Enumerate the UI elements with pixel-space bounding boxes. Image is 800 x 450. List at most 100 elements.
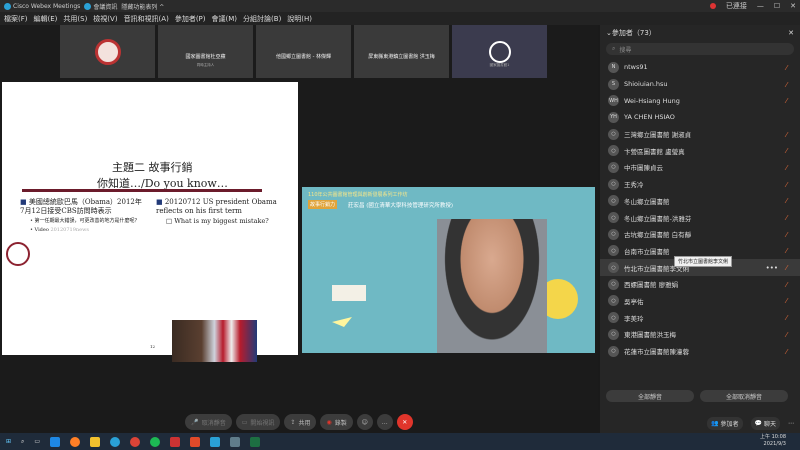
search-icon: ⌕ bbox=[612, 45, 616, 52]
user-icon: ○ bbox=[608, 262, 619, 274]
acrobat-icon[interactable] bbox=[190, 436, 201, 447]
share-button[interactable]: ⇪ 共用 bbox=[284, 414, 317, 430]
user-icon: ○ bbox=[608, 312, 619, 324]
menu-meeting[interactable]: 會議(M) bbox=[212, 14, 238, 24]
chat-tab[interactable]: 💬 聊天 bbox=[750, 416, 780, 430]
participant-item[interactable]: ○ 冬山鄉立圖書館-洪雅芬 ⁄ bbox=[600, 209, 800, 226]
more-icon[interactable]: ••• bbox=[766, 264, 778, 272]
record-button[interactable]: ◉ 錄製 bbox=[320, 414, 353, 430]
muted-mic-icon: ⁄ bbox=[786, 297, 788, 306]
explorer-icon[interactable] bbox=[90, 436, 101, 447]
system-clock[interactable]: 上午 10:08 2021/9/3 bbox=[760, 434, 786, 448]
window-controls: 已連接 — ☐ ✕ bbox=[709, 0, 796, 12]
user-icon: ○ bbox=[608, 212, 619, 224]
muted-mic-icon: ⁄ bbox=[786, 214, 788, 223]
webex-icon[interactable] bbox=[110, 436, 121, 447]
participant-item[interactable]: ○ 中市圖陳貞云 ⁄ bbox=[600, 159, 800, 176]
spotify-icon[interactable] bbox=[150, 436, 161, 447]
university-seal-icon bbox=[6, 242, 30, 266]
camera-icon: ▭ bbox=[241, 418, 248, 426]
muted-mic-icon: ⁄ bbox=[786, 230, 788, 239]
task-view-icon[interactable]: ▭ bbox=[34, 438, 40, 445]
video-thumbnail[interactable]: 他國鄉立圖書館 - 林傑輝 bbox=[256, 25, 351, 78]
unmute-all-button[interactable]: 全部取消靜音 bbox=[700, 390, 788, 402]
participant-item[interactable]: WH Wei-Hsiang Hung ⁄ bbox=[600, 92, 800, 109]
maximize-icon[interactable]: ☐ bbox=[774, 2, 780, 10]
powerpoint-icon[interactable] bbox=[170, 436, 181, 447]
minimize-icon[interactable]: — bbox=[757, 2, 764, 10]
excel-icon[interactable] bbox=[250, 436, 261, 447]
participant-item[interactable]: ○ 李美玲 ⁄ bbox=[600, 309, 800, 326]
participant-item[interactable]: S Shioiuian.hsu ⁄ bbox=[600, 76, 800, 93]
meeting-stage: 國家圖書館杜亞蘋 同時主持人 他國鄉立圖書館 - 林傑輝 屏東縣東港鎮立圖書館 … bbox=[0, 25, 598, 410]
participant-list: Nntws91 ⁄ S Shioiuian.hsu ⁄ WH Wei-Hsiang Hu… bbox=[600, 59, 800, 359]
people-icon: 👥 bbox=[711, 419, 719, 427]
participant-item[interactable]: ○ 花蓮市立圖書館陳潼蓉 ⁄ bbox=[600, 343, 800, 360]
end-meeting-button[interactable]: ✕ bbox=[396, 414, 413, 430]
close-icon: ✕ bbox=[402, 418, 408, 426]
participant-item[interactable]: ○ 冬山鄉立圖書館 ⁄ bbox=[600, 193, 800, 210]
slide-divider bbox=[22, 189, 262, 192]
menu-file[interactable]: 檔案(F) bbox=[4, 14, 28, 24]
menu-edit[interactable]: 編輯(E) bbox=[34, 14, 58, 24]
muted-mic-icon: ⁄ bbox=[786, 247, 788, 256]
participant-item[interactable]: ○ 東港圖書館洪玉梅 ⁄ bbox=[600, 326, 800, 343]
search-input[interactable]: ⌕ 搜尋 bbox=[606, 43, 794, 55]
hide-menu-button[interactable]: 隱藏功能表列 ^ bbox=[121, 2, 164, 11]
participant-item[interactable]: Nntws91 ⁄ bbox=[600, 59, 800, 76]
menu-participant[interactable]: 參加者(P) bbox=[175, 14, 206, 24]
menu-share[interactable]: 共用(S) bbox=[63, 14, 87, 24]
video-link[interactable]: 20120719news bbox=[50, 227, 88, 233]
app-icon[interactable] bbox=[230, 436, 241, 447]
user-icon: ○ bbox=[608, 345, 619, 357]
meeting-info-button[interactable]: 會議資訊 bbox=[84, 2, 117, 11]
unmute-button[interactable]: 🎤 取消靜音 bbox=[185, 414, 232, 430]
menu-view[interactable]: 檢視(V) bbox=[93, 14, 117, 24]
chrome-icon[interactable] bbox=[130, 436, 141, 447]
video-thumbnail[interactable]: 國家圖書館1 bbox=[452, 25, 547, 78]
close-icon[interactable]: ✕ bbox=[788, 29, 794, 37]
webex-meeting-icon[interactable] bbox=[210, 436, 221, 447]
meeting-controls: 🎤 取消靜音 ▭ 開始視訊 ⇪ 共用 ◉ 錄製 ☺ … ✕ bbox=[0, 412, 598, 432]
edge-icon[interactable] bbox=[50, 436, 61, 447]
paper-plane-graphic bbox=[332, 317, 352, 327]
participant-item[interactable]: ○ 王秀冷 ⁄ bbox=[600, 176, 800, 193]
participant-item[interactable]: 竹北市立圖書館李文俐 ○ 竹北市立圖書館李文俐 ••• ⁄ bbox=[600, 256, 800, 276]
mute-all-button[interactable]: 全部靜音 bbox=[606, 390, 694, 402]
user-status: 已連接 bbox=[725, 2, 747, 10]
participant-item[interactable]: YH YA CHEN HSIAO bbox=[600, 109, 800, 126]
user-icon: ○ bbox=[608, 245, 619, 257]
firefox-icon[interactable] bbox=[70, 436, 81, 447]
book-graphic bbox=[332, 285, 366, 301]
windows-start-icon[interactable]: ⊞ bbox=[6, 438, 11, 445]
user-icon: ○ bbox=[608, 328, 619, 340]
participant-item[interactable]: ○ 古坑鄉立圖書館 白有靜 ⁄ bbox=[600, 226, 800, 243]
muted-mic-icon: ⁄ bbox=[786, 63, 788, 72]
participant-item[interactable]: ○ 三灣鄉立圖書館 謝淑貞 ⁄ bbox=[600, 126, 800, 143]
slide-title: 主題二 故事行銷 bbox=[112, 161, 193, 174]
participant-item[interactable]: ○ 卞營區圖書館 盧瑩真 ⁄ bbox=[600, 142, 800, 159]
user-avatar[interactable] bbox=[709, 3, 716, 9]
user-icon: ○ bbox=[608, 178, 619, 190]
video-thumbnail[interactable] bbox=[60, 25, 155, 78]
muted-mic-icon: ⁄ bbox=[786, 97, 788, 106]
menu-help[interactable]: 說明(H) bbox=[287, 14, 312, 24]
start-video-button[interactable]: ▭ 開始視訊 bbox=[235, 414, 281, 430]
participant-item[interactable]: ○ 吳亭佑 ⁄ bbox=[600, 293, 800, 310]
reactions-button[interactable]: ☺ bbox=[356, 414, 373, 430]
close-icon[interactable]: ✕ bbox=[790, 2, 796, 10]
video-thumbnail[interactable]: 屏東縣東港鎮立圖書館 洪玉梅 bbox=[354, 25, 449, 78]
participant-item[interactable]: ○ 西螺圖書館 廖雅娟 ⁄ bbox=[600, 276, 800, 293]
app-title: Cisco Webex Meetings bbox=[4, 2, 80, 10]
video-thumbnail-strip: 國家圖書館杜亞蘋 同時主持人 他國鄉立圖書館 - 林傑輝 屏東縣東港鎮立圖書館 … bbox=[60, 25, 547, 80]
video-thumbnail[interactable]: 國家圖書館杜亞蘋 同時主持人 bbox=[158, 25, 253, 78]
more-icon[interactable]: ⋯ bbox=[788, 420, 794, 427]
menu-audio-video[interactable]: 音訊和視訊(A) bbox=[124, 14, 169, 24]
participants-tab[interactable]: 👥 參加者 bbox=[707, 416, 743, 430]
active-speaker-video[interactable]: 110年公共圖書館管理與創新發展系列工作坊 故事行銷力 莊宏昌 (國立清華大學科… bbox=[302, 187, 595, 353]
user-icon: ○ bbox=[608, 128, 619, 140]
menu-breakout[interactable]: 分組討論(B) bbox=[243, 14, 281, 24]
obs-logo-icon bbox=[488, 40, 511, 63]
search-icon[interactable]: ⌕ bbox=[21, 438, 24, 446]
more-options-button[interactable]: … bbox=[376, 414, 393, 430]
